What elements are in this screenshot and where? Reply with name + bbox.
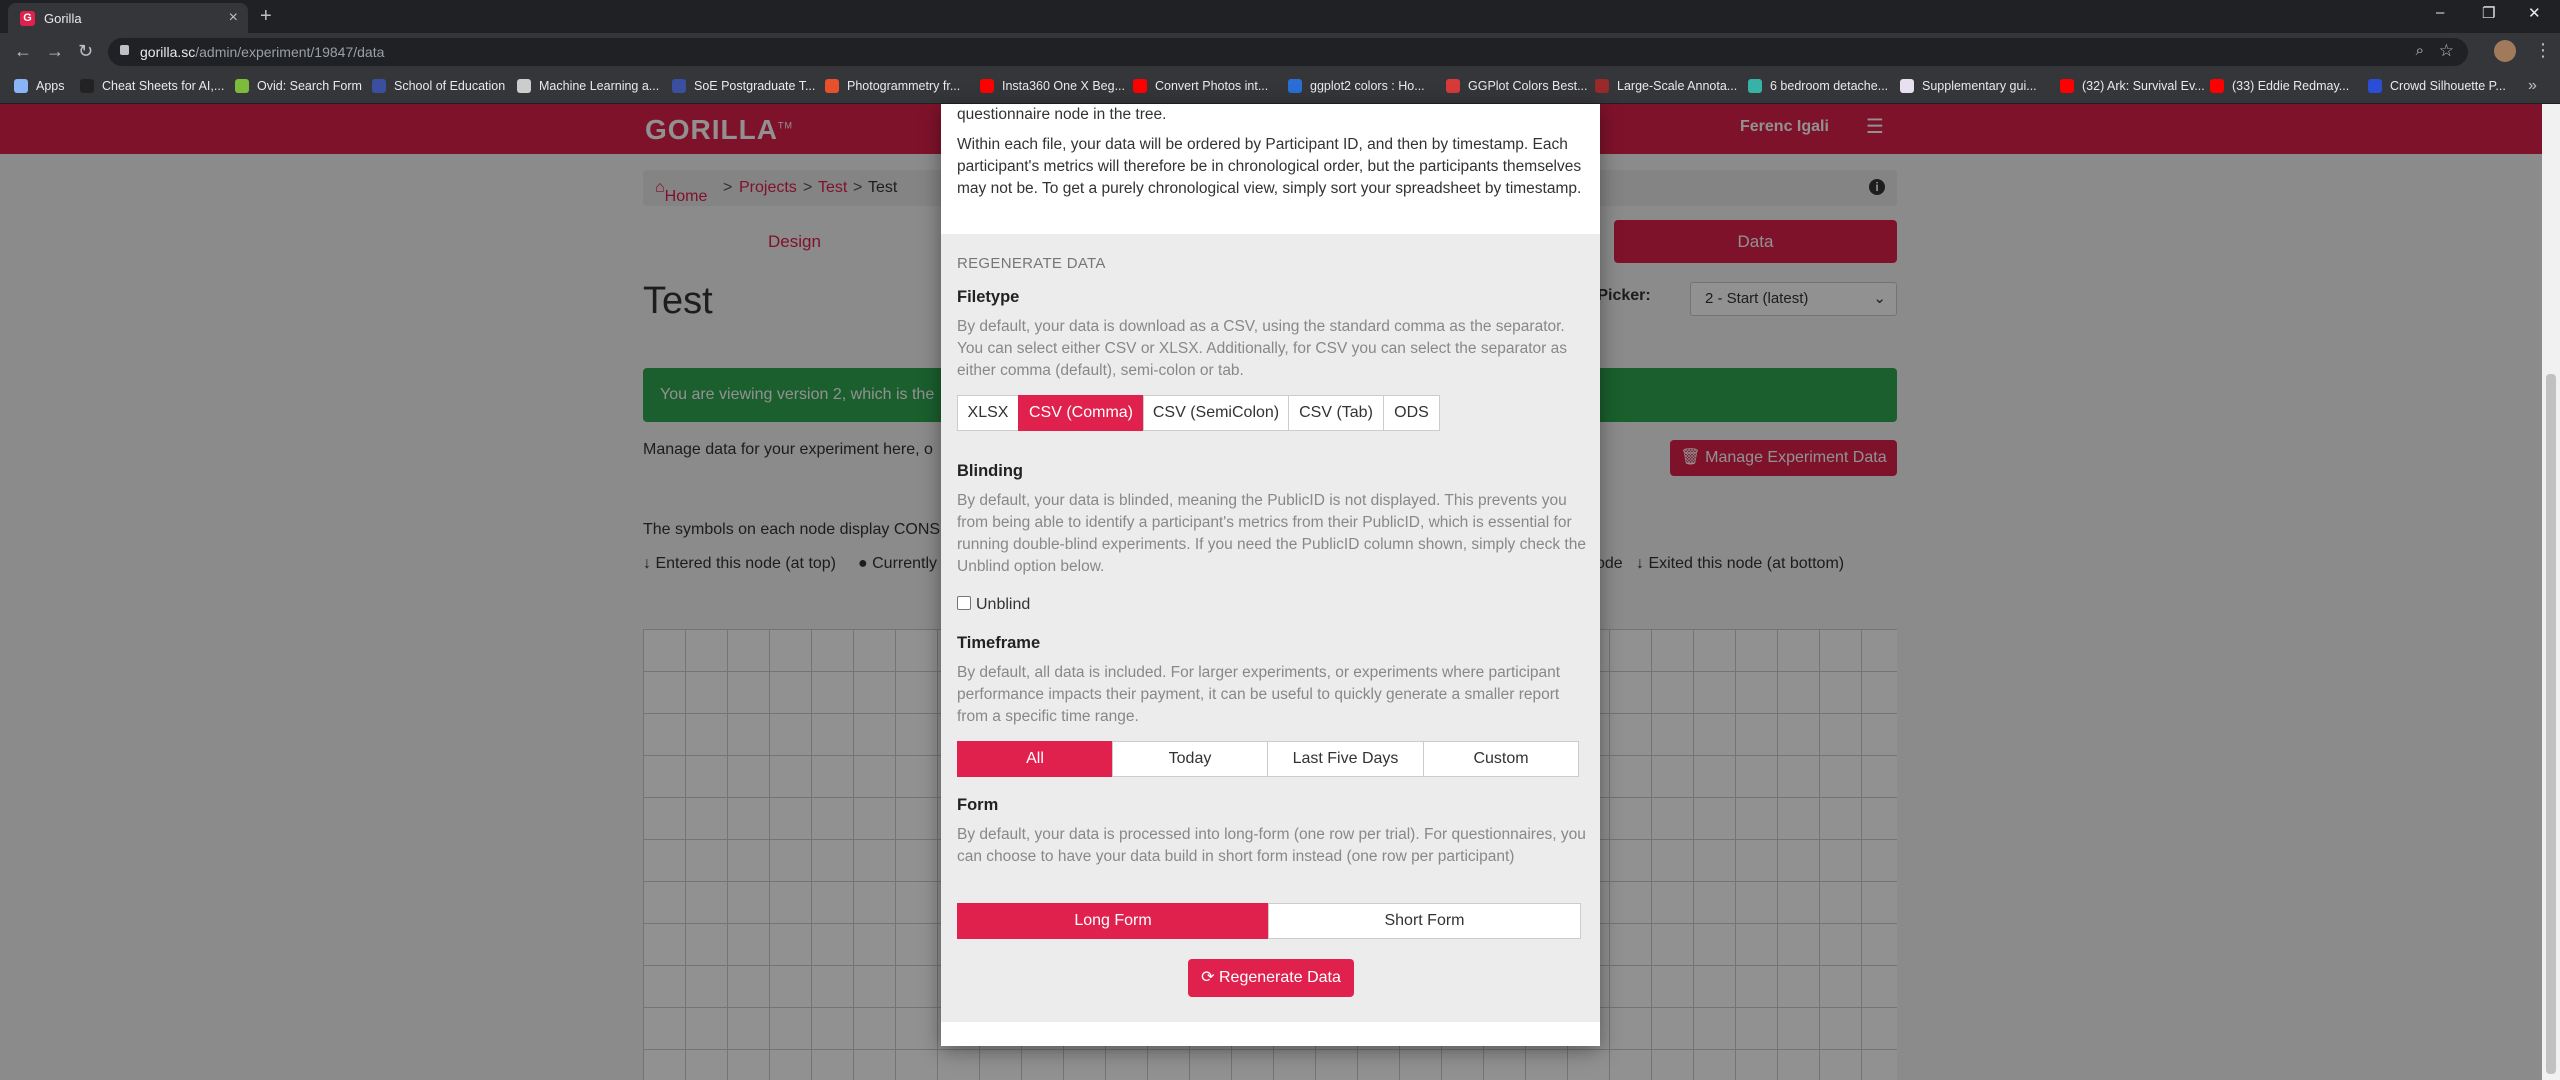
form-description: By default, your data is processed into … <box>957 826 1586 865</box>
gorilla-favicon-icon: G <box>20 11 35 26</box>
browser-menu-icon[interactable]: ⋮ <box>2534 40 2552 61</box>
zoom-icon[interactable]: ⌕ <box>2416 42 2424 59</box>
download-data-modal: questionnaire node in the tree. Within e… <box>941 104 1600 1046</box>
bookmark-favicon-icon <box>980 79 994 93</box>
bookmark-favicon-icon <box>372 79 386 93</box>
browser-toolbar: ← → ↻ gorilla.sc/admin/experiment/19847/… <box>0 33 2560 71</box>
bookmark-item[interactable]: Large-Scale Annota... <box>1595 79 1737 93</box>
timeframe-option-custom[interactable]: Custom <box>1423 741 1579 777</box>
bookmark-item[interactable]: Insta360 One X Beg... <box>980 79 1125 93</box>
bookmark-favicon-icon <box>14 79 28 93</box>
filetype-heading: Filetype <box>957 288 1020 306</box>
timeframe-button-group: All Today Last Five Days Custom <box>957 741 1579 777</box>
tab-title: Gorilla <box>44 11 82 26</box>
bookmark-item[interactable]: Apps <box>14 79 65 93</box>
window-close-icon[interactable]: ✕ <box>2528 4 2541 22</box>
filetype-option-ods[interactable]: ODS <box>1383 395 1440 431</box>
bookmark-favicon-icon <box>1446 79 1460 93</box>
filetype-option-csv-tab[interactable]: CSV (Tab) <box>1288 395 1384 431</box>
browser-tabstrip: G Gorilla × + – ❐ ✕ <box>0 0 2560 33</box>
regenerate-section-title: REGENERATE DATA <box>957 255 1106 272</box>
modal-info-section: questionnaire node in the tree. Within e… <box>941 104 1600 234</box>
form-button-group: Long Form Short Form <box>957 903 1581 939</box>
timeframe-option-last-five-days[interactable]: Last Five Days <box>1267 741 1424 777</box>
forward-icon[interactable]: → <box>46 41 64 62</box>
reload-icon[interactable]: ↻ <box>78 41 93 62</box>
bookmark-item[interactable]: Photogrammetry fr... <box>825 79 960 93</box>
url-text: gorilla.sc/admin/experiment/19847/data <box>140 44 385 60</box>
filetype-option-csv-comma[interactable]: CSV (Comma) <box>1018 395 1144 431</box>
timeframe-option-today[interactable]: Today <box>1112 741 1268 777</box>
order-text: Within each file, your data will be orde… <box>957 136 1582 197</box>
profile-avatar[interactable] <box>2494 40 2516 62</box>
bookmark-item[interactable]: Crowd Silhouette P... <box>2368 79 2506 93</box>
timeframe-option-all[interactable]: All <box>957 741 1113 777</box>
timeframe-heading: Timeframe <box>957 634 1041 652</box>
bookmark-favicon-icon <box>1133 79 1147 93</box>
filetype-button-group: XLSX CSV (Comma) CSV (SemiColon) CSV (Tab) O… <box>957 395 1440 431</box>
page-scrollbar[interactable] <box>2542 104 2560 1080</box>
regenerate-data-panel: REGENERATE DATA Filetype By default, you… <box>941 234 1600 1022</box>
bookmark-item[interactable]: SoE Postgraduate T... <box>672 79 815 93</box>
scrollbar-thumb[interactable] <box>2546 374 2556 1074</box>
form-option-short-form[interactable]: Short Form <box>1268 903 1581 939</box>
bookmark-favicon-icon <box>517 79 531 93</box>
browser-tab[interactable]: G Gorilla × <box>8 3 248 33</box>
bookmark-favicon-icon <box>2060 79 2074 93</box>
bookmark-favicon-icon <box>1900 79 1914 93</box>
bookmark-favicon-icon <box>1595 79 1609 93</box>
minimize-icon[interactable]: – <box>2436 4 2444 21</box>
bookmark-favicon-icon <box>235 79 249 93</box>
top-line-text: questionnaire node in the tree. <box>957 106 1167 123</box>
tab-close-icon[interactable]: × <box>229 9 238 27</box>
form-heading: Form <box>957 796 999 814</box>
bookmark-favicon-icon <box>2210 79 2224 93</box>
unblind-checkbox[interactable]: Unblind <box>957 596 1030 614</box>
bookmark-favicon-icon <box>1748 79 1762 93</box>
filetype-option-csv-semicolon[interactable]: CSV (SemiColon) <box>1143 395 1289 431</box>
bookmark-item[interactable]: GGPlot Colors Best... <box>1446 79 1587 93</box>
bookmark-favicon-icon <box>825 79 839 93</box>
bookmark-item[interactable]: (33) Eddie Redmay... <box>2210 79 2349 93</box>
form-option-long-form[interactable]: Long Form <box>957 903 1269 939</box>
bookmark-favicon-icon <box>1288 79 1302 93</box>
regenerate-data-button[interactable]: ⟳ Regenerate Data <box>1188 959 1354 997</box>
back-icon[interactable]: ← <box>14 41 32 62</box>
bookmark-favicon-icon <box>672 79 686 93</box>
bookmarks-overflow-icon[interactable]: » <box>2528 77 2537 95</box>
restore-icon[interactable]: ❐ <box>2482 4 2495 22</box>
address-bar[interactable]: gorilla.sc/admin/experiment/19847/data ⌕… <box>108 38 2468 66</box>
bookmark-star-icon[interactable]: ☆ <box>2439 41 2454 61</box>
bookmark-item[interactable]: ggplot2 colors : Ho... <box>1288 79 1425 93</box>
bookmark-item[interactable]: Machine Learning a... <box>517 79 659 93</box>
lock-icon <box>120 45 129 55</box>
blinding-heading: Blinding <box>957 462 1023 480</box>
filetype-option-xlsx[interactable]: XLSX <box>957 395 1019 431</box>
blinding-description: By default, your data is blinded, meanin… <box>957 492 1586 575</box>
checkbox-icon[interactable] <box>957 596 971 610</box>
filetype-description: By default, your data is download as a C… <box>957 318 1568 379</box>
bookmark-favicon-icon <box>80 79 94 93</box>
bookmark-item[interactable]: Convert Photos int... <box>1133 79 1268 93</box>
bookmark-item[interactable]: 6 bedroom detache... <box>1748 79 1888 93</box>
bookmark-item[interactable]: Cheat Sheets for AI,... <box>80 79 224 93</box>
bookmarks-bar: Apps Cheat Sheets for AI,... Ovid: Search … <box>0 71 2560 104</box>
bookmark-item[interactable]: Supplementary gui... <box>1900 79 2037 93</box>
new-tab-icon[interactable]: + <box>260 5 272 28</box>
bookmark-item[interactable]: School of Education <box>372 79 505 93</box>
bookmark-item[interactable]: Ovid: Search Form <box>235 79 362 93</box>
bookmark-favicon-icon <box>2368 79 2382 93</box>
bookmark-item[interactable]: (32) Ark: Survival Ev... <box>2060 79 2205 93</box>
timeframe-description: By default, all data is included. For la… <box>957 664 1561 725</box>
